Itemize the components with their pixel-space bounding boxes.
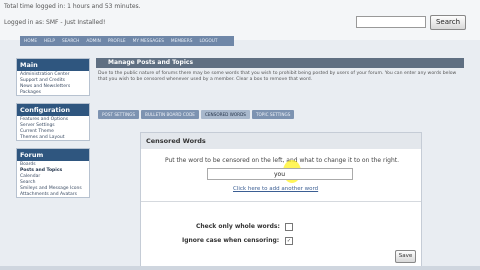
censor-word-input[interactable]: you [207,168,353,180]
sidebar-item-attachments[interactable]: Attachments and Avatars [17,191,89,197]
nav-profile[interactable]: PROFILE [108,39,126,44]
whole-words-label: Check only whole words: [196,223,280,230]
tab-censored-words[interactable]: CENSORED WORDS [200,110,250,119]
nav-search[interactable]: SEARCH [62,39,79,44]
tab-post-settings[interactable]: POST SETTINGS [98,110,139,119]
ignore-case-checkbox[interactable]: ✓ [285,237,293,245]
sidebar-item-packages[interactable]: Packages [17,89,89,95]
user-status-text: Logged in as: SMF - Just Installed! [4,19,106,26]
sidebar-item-themes-layout[interactable]: Themes and Layout [17,134,89,140]
sidebar-main-title: Main [17,59,89,71]
save-button[interactable]: Save [395,250,416,263]
nav-help[interactable]: HELP [44,39,55,44]
censored-words-panel: Censored Words Put the word to be censor… [140,132,422,268]
nav-home[interactable]: HOME [24,39,37,44]
sidebar-config-title: Configuration [17,104,89,116]
search-button[interactable]: Search [430,15,466,30]
ignore-case-label: Ignore case when censoring: [182,237,280,244]
footer-strip [0,266,480,270]
add-word-link[interactable]: Click here to add another word [233,186,318,192]
nav-members[interactable]: MEMBERS [171,39,193,44]
tab-bbc[interactable]: BULLETIN BOARD CODE [141,110,199,119]
sidebar-config-block: Configuration Features and Options Serve… [16,103,90,141]
settings-tabs: POST SETTINGS BULLETIN BOARD CODE CENSOR… [98,110,296,119]
tab-topic-settings[interactable]: TOPIC SETTINGS [251,110,295,119]
main-navbar: HOME HELP SEARCH ADMIN PROFILE MY MESSAG… [20,36,234,46]
time-logged-text: Total time logged in: 1 hours and 53 min… [4,3,141,10]
admin-sidebar: Main Administration Center Support and C… [16,58,90,205]
nav-logout[interactable]: LOGOUT [199,39,217,44]
sidebar-forum-title: Forum [17,149,89,161]
censor-instruction: Put the word to be censored on the left,… [164,157,400,164]
panel-title: Censored Words [141,133,421,149]
panel-divider [141,201,421,202]
whole-words-checkbox[interactable] [285,223,293,231]
page-description: Due to the public nature of forums there… [98,71,457,82]
nav-messages[interactable]: MY MESSAGES [133,39,164,44]
sidebar-item-smileys[interactable]: Smileys and Message Icons [17,185,89,191]
page-title: Manage Posts and Topics [96,58,464,68]
search-input[interactable] [356,16,426,28]
nav-admin[interactable]: ADMIN [86,39,100,44]
sidebar-main-block: Main Administration Center Support and C… [16,58,90,96]
sidebar-forum-block: Forum Boards Posts and Topics Calendar S… [16,148,90,198]
top-header: Total time logged in: 1 hours and 53 min… [0,0,480,40]
